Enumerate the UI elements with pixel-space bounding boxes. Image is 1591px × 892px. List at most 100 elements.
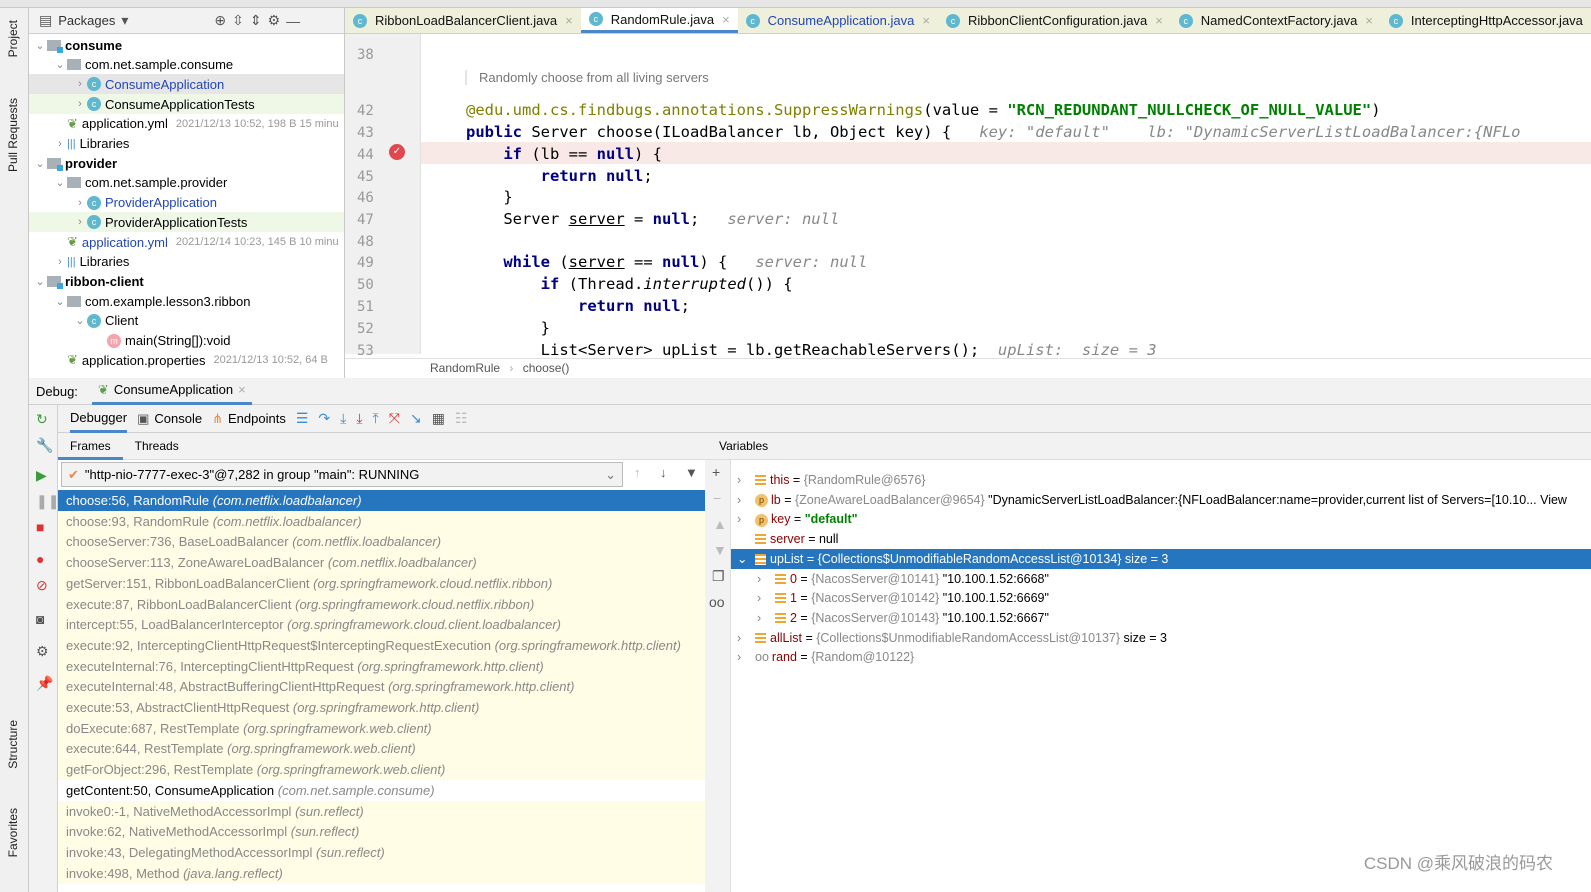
view-breakpoints-icon[interactable]: ●: [36, 551, 44, 567]
variable-row[interactable]: › this = {RandomRule@6576}: [731, 470, 1591, 490]
tree-item[interactable]: ⌄ consume: [29, 35, 344, 55]
chevron-down-icon[interactable]: ⌄: [33, 157, 47, 170]
chevron-down-icon[interactable]: ⌄: [73, 314, 87, 327]
up-icon[interactable]: ▲: [713, 516, 727, 532]
tree-item[interactable]: › c ProviderApplicationTests: [29, 212, 344, 233]
arrow-up-icon[interactable]: ↑: [634, 465, 641, 480]
chevron-right-icon[interactable]: ›: [53, 138, 67, 150]
chevron-down-icon[interactable]: ⌄: [53, 295, 67, 308]
tree-item[interactable]: ⌄ com.net.sample.provider: [29, 173, 344, 193]
tab-endpoints[interactable]: ⋔ Endpoints: [212, 405, 286, 433]
settings-icon[interactable]: ⚙: [36, 643, 49, 660]
stack-frame[interactable]: execute:53, AbstractClientHttpRequest (o…: [58, 697, 705, 718]
chevron-right-icon[interactable]: ›: [737, 470, 755, 490]
chevron-down-icon[interactable]: ⌄: [53, 58, 67, 71]
stack-frame[interactable]: invoke:498, Method (java.lang.reflect): [58, 862, 705, 884]
variable-row[interactable]: › allList = {Collections$UnmodifiableRan…: [731, 628, 1591, 648]
tree-item[interactable]: ⌄ c Client: [29, 311, 344, 331]
stack-frame[interactable]: invoke:43, DelegatingMethodAccessorImpl …: [58, 841, 705, 863]
chevron-right-icon[interactable]: ›: [73, 78, 87, 90]
editor-tab[interactable]: c RibbonLoadBalancerClient.java ×: [345, 8, 581, 33]
tab-frames[interactable]: Frames: [58, 433, 123, 460]
stack-frame[interactable]: execute:92, InterceptingClientHttpReques…: [58, 634, 705, 656]
variable-row[interactable]: server = null: [731, 529, 1591, 549]
debug-session-tab[interactable]: ❦ ConsumeApplication ×: [91, 378, 252, 405]
step-over-icon[interactable]: ↷: [318, 410, 330, 427]
pull-requests-side-tab[interactable]: Pull Requests: [6, 98, 20, 172]
tree-item[interactable]: ❦ application.properties 2021/12/13 10:52,…: [29, 350, 344, 370]
chevron-right-icon[interactable]: ›: [737, 628, 755, 648]
arrow-down-icon[interactable]: ↓: [660, 465, 667, 480]
chevron-right-icon[interactable]: ›: [73, 216, 87, 228]
tree-item[interactable]: › ||| Libraries: [29, 134, 344, 154]
tree-item[interactable]: › ||| Libraries: [29, 252, 344, 272]
variable-row[interactable]: › 2 = {NacosServer@10143} "10.100.1.52:6…: [731, 608, 1591, 628]
pause-icon[interactable]: ❚❚: [36, 493, 59, 510]
minus-icon[interactable]: −: [713, 490, 721, 506]
chevron-down-icon[interactable]: ⌄: [33, 275, 47, 288]
chevron-right-icon[interactable]: ›: [73, 197, 87, 209]
close-icon[interactable]: ×: [238, 382, 246, 397]
tree-item[interactable]: › c ConsumeApplicationTests: [29, 94, 344, 115]
force-step-into-icon[interactable]: ⤓: [356, 410, 362, 427]
stack-frame[interactable]: invoke0:-1, NativeMethodAccessorImpl (su…: [58, 800, 705, 822]
tree-item[interactable]: › c ProviderApplication: [29, 193, 344, 213]
mute-breakpoints-icon[interactable]: ⊘: [36, 577, 48, 594]
project-side-tab[interactable]: Project: [6, 20, 20, 57]
variable-row[interactable]: ⌄ upList = {Collections$UnmodifiableRand…: [731, 548, 1591, 569]
stack-frame[interactable]: execute:87, RibbonLoadBalancerClient (or…: [58, 593, 705, 615]
chevron-right-icon[interactable]: ›: [757, 608, 775, 628]
evaluate-expression-icon[interactable]: ▦: [432, 410, 445, 427]
chevron-down-icon[interactable]: ⌄: [737, 549, 755, 569]
tree-item[interactable]: › c ConsumeApplication: [29, 74, 344, 95]
stack-frame[interactable]: choose:56, RandomRule (com.netflix.loadb…: [58, 490, 705, 511]
editor-tab[interactable]: cInterceptingHttpAccessor.java×: [1380, 8, 1591, 33]
filter-icon[interactable]: ▼: [685, 465, 698, 480]
stack-frame[interactable]: executeInternal:76, InterceptingClientHt…: [58, 655, 705, 677]
plus-icon[interactable]: +: [712, 464, 720, 480]
minimize-icon[interactable]: —: [286, 13, 300, 29]
expand-all-icon[interactable]: ⇳: [232, 12, 244, 29]
chevron-right-icon[interactable]: ›: [737, 490, 755, 510]
stack-frame[interactable]: executeInternal:48, AbstractBufferingCli…: [58, 676, 705, 698]
thread-selector[interactable]: ✔ "http-nio-7777-exec-3"@7,282 in group …: [61, 462, 623, 487]
tree-item[interactable]: m main(String[]):void: [29, 331, 344, 351]
stop-icon[interactable]: ■: [36, 519, 44, 535]
tree-item[interactable]: ⌄ ribbon-client: [29, 271, 344, 291]
breadcrumb-class[interactable]: RandomRule: [430, 361, 500, 375]
chevron-right-icon[interactable]: ›: [757, 588, 775, 608]
breadcrumb-method[interactable]: choose(): [523, 361, 570, 375]
trace-icon[interactable]: ☷: [455, 410, 468, 427]
variable-row[interactable]: › p lb = {ZoneAwareLoadBalancer@9654} "Dy…: [731, 490, 1591, 510]
close-icon[interactable]: ×: [565, 13, 573, 28]
step-into-icon[interactable]: ⤓: [340, 410, 346, 427]
variable-row[interactable]: › oo rand = {Random@10122}: [731, 647, 1591, 667]
tab-threads[interactable]: Threads: [123, 433, 191, 460]
chevron-right-icon[interactable]: ›: [737, 509, 755, 529]
chevron-down-icon[interactable]: ▾: [121, 12, 128, 29]
gear-icon[interactable]: ⚙: [268, 12, 281, 29]
copy-icon[interactable]: ❐: [712, 568, 725, 585]
chevron-down-icon[interactable]: ⌄: [53, 176, 67, 189]
tab-console[interactable]: ▣ Console: [137, 405, 202, 433]
stack-frame[interactable]: getForObject:296, RestTemplate (org.spri…: [58, 759, 705, 781]
variable-row[interactable]: › 0 = {NacosServer@10141} "10.100.1.52:6…: [731, 569, 1591, 589]
favorites-side-tab[interactable]: Favorites: [6, 808, 20, 857]
pin-icon[interactable]: 📌: [36, 675, 53, 692]
chevron-down-icon[interactable]: ⌄: [33, 39, 47, 52]
wrench-icon[interactable]: 🔧: [36, 437, 53, 454]
tree-item[interactable]: ⌄ com.example.lesson3.ribbon: [29, 291, 344, 311]
editor-tab[interactable]: c RibbonClientConfiguration.java ×: [937, 8, 1171, 33]
tree-item[interactable]: ⌄ com.net.sample.consume: [29, 55, 344, 75]
editor-tab[interactable]: c RandomRule.java ×: [580, 8, 738, 33]
camera-icon[interactable]: ◙: [36, 611, 44, 627]
menu-icon[interactable]: ☰: [296, 410, 309, 427]
editor-tab[interactable]: c NamedContextFactory.java ×: [1170, 8, 1381, 33]
resume-icon[interactable]: ▶: [36, 467, 47, 484]
stack-frame[interactable]: invoke:62, NativeMethodAccessorImpl (sun…: [58, 821, 705, 843]
variable-row[interactable]: › 1 = {NacosServer@10142} "10.100.1.52:6…: [731, 588, 1591, 608]
run-to-cursor-icon[interactable]: ↘: [410, 410, 422, 427]
close-icon[interactable]: ×: [1155, 13, 1163, 28]
chevron-right-icon[interactable]: ›: [737, 647, 755, 667]
tree-item[interactable]: ❦ application.yml 2021/12/14 10:23, 145 B …: [29, 232, 344, 252]
